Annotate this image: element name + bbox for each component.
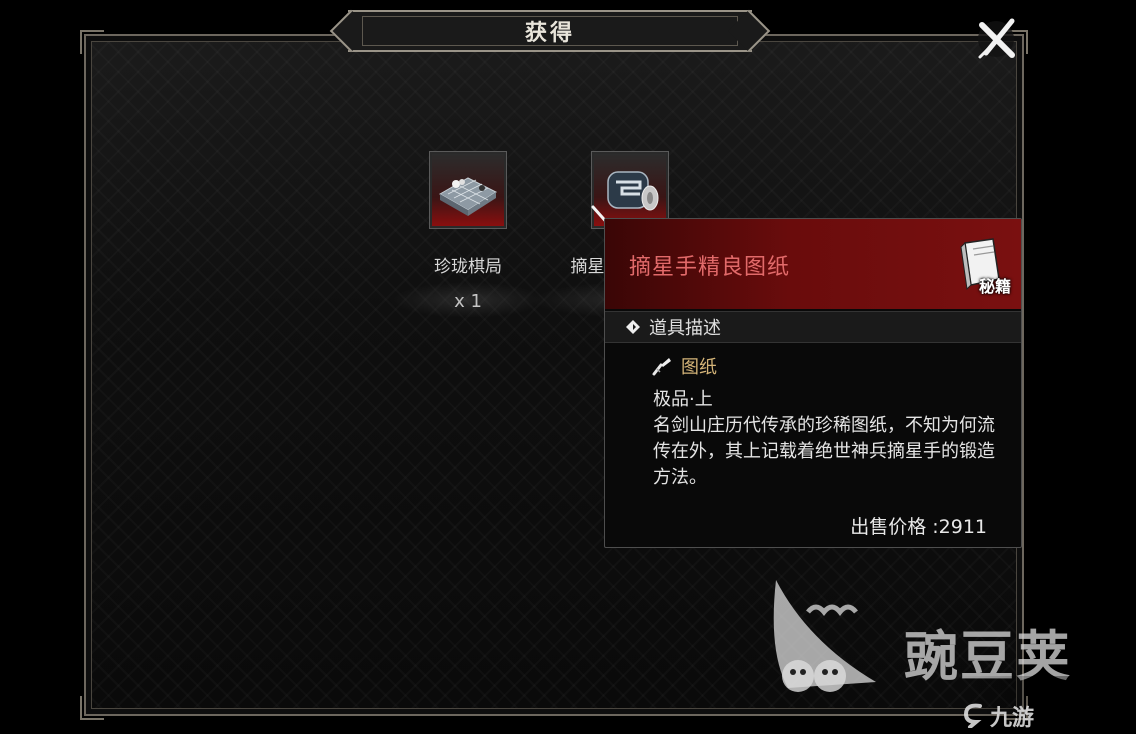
tooltip-item-name: 摘星手精良图纸 — [629, 255, 791, 280]
reward-item[interactable]: 珍珑棋局 x 1 — [390, 151, 546, 318]
tooltip-type-label: 图纸 — [681, 357, 717, 378]
tooltip-section-label: 道具描述 — [649, 318, 721, 339]
tooltip-section-header: 道具描述 — [605, 311, 1021, 343]
tooltip-grade: 极品·上 — [653, 389, 713, 410]
wandoujia-logo-icon — [773, 580, 876, 692]
tooltip-badge-label: 秘籍 — [978, 277, 1011, 296]
tooltip-type: 图纸 — [651, 353, 717, 379]
panel-corner — [80, 30, 104, 54]
brush-icon — [652, 358, 671, 376]
item-tooltip: 摘星手精良图纸 秘籍 道具描述 图纸 极品·上 名剑山庄历代传承的珍稀图纸，不知… — [604, 218, 1022, 548]
item-name: 珍珑棋局 — [434, 257, 502, 277]
close-button[interactable] — [972, 14, 1022, 62]
tooltip-sell-price: 出售价格 :2911 — [850, 516, 987, 538]
item-slot[interactable] — [429, 151, 507, 229]
watermark-brand2: 九游 — [990, 706, 1035, 731]
item-glow — [390, 282, 546, 318]
dialog-title: 获得 — [524, 20, 575, 46]
close-x-icon — [978, 18, 1015, 59]
jiuyou-logo-icon — [963, 703, 982, 728]
tooltip-description: 名剑山庄历代传承的珍稀图纸，不知为何流传在外，其上记载着绝世神兵摘星手的锻造方法… — [653, 415, 995, 488]
diamond-bullet-icon — [626, 320, 640, 334]
go-board-icon — [438, 177, 498, 216]
tooltip-header: 摘星手精良图纸 秘籍 — [605, 219, 1021, 309]
panel-corner — [80, 696, 104, 720]
title-banner: 获得 — [348, 10, 752, 52]
